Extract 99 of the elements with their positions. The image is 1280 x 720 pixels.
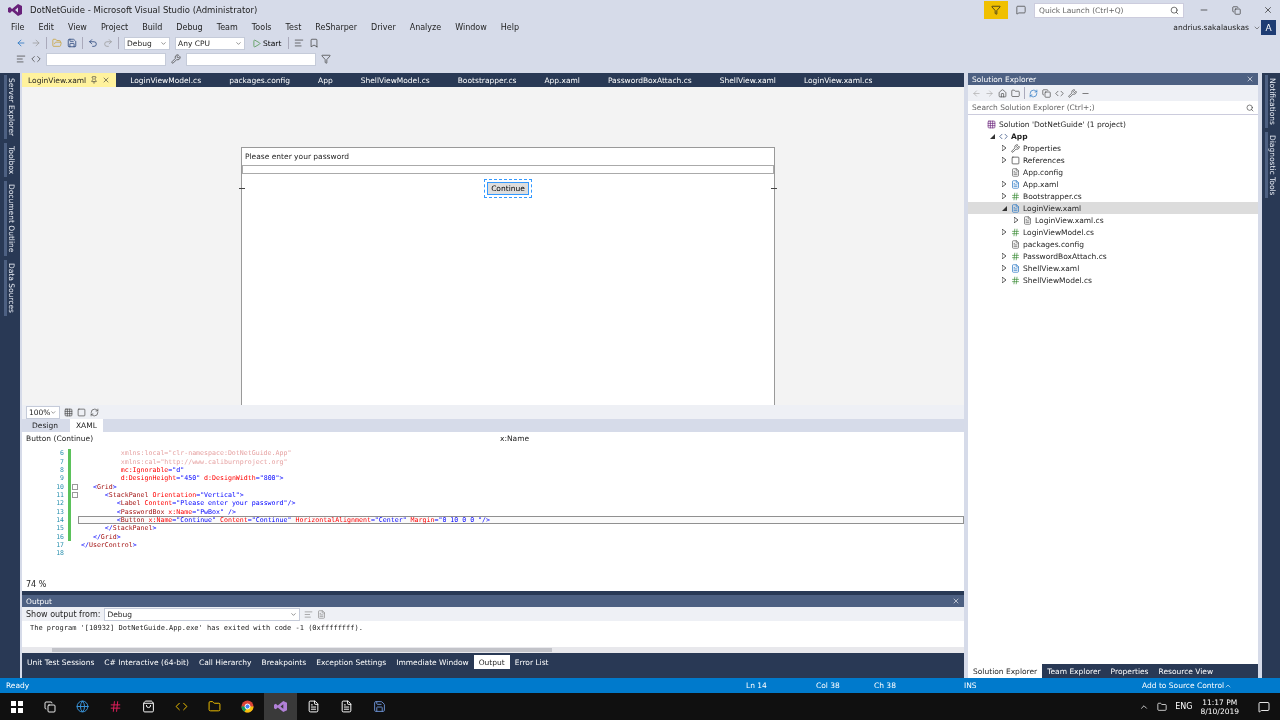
references-icon [1011, 155, 1020, 165]
wrench-icon[interactable] [1068, 88, 1077, 98]
collapsed-icon[interactable] [1002, 145, 1006, 151]
filter-icon [991, 5, 1001, 15]
menu-item[interactable]: Window [448, 23, 494, 32]
restore-icon [1231, 5, 1241, 15]
menu-item[interactable]: Edit [31, 23, 61, 32]
square-icon[interactable] [77, 407, 86, 417]
close-icon [1263, 5, 1273, 15]
floppy-icon [373, 700, 386, 713]
collapsed-icon[interactable] [1002, 181, 1006, 187]
collapse-icon[interactable] [72, 483, 78, 490]
menu-item[interactable]: Build [135, 23, 170, 32]
combo-field[interactable] [46, 52, 166, 66]
code-icon[interactable] [1055, 88, 1064, 98]
folder-icon [208, 700, 221, 713]
user-avatar[interactable]: A [1261, 20, 1276, 35]
hash-icon [109, 700, 122, 713]
project-icon [999, 131, 1008, 141]
file-icon [1011, 203, 1020, 213]
password-box[interactable] [242, 165, 774, 174]
filter-button[interactable] [984, 1, 1008, 19]
message-icon [1257, 700, 1270, 713]
file-icon [1011, 239, 1020, 249]
caret-icon [160, 39, 167, 47]
task-view-glyph-icon [43, 700, 56, 713]
menu-item[interactable]: Debug [169, 23, 210, 32]
menu-item[interactable]: File [4, 23, 32, 32]
menu-item[interactable]: View [60, 23, 94, 32]
copy-icon[interactable] [1042, 88, 1051, 98]
collapsed-icon[interactable] [1002, 157, 1006, 163]
solution-icon [987, 119, 996, 129]
visual-studio-icon[interactable] [264, 693, 297, 720]
hash-icon [1011, 275, 1020, 285]
globe-icon [76, 700, 89, 713]
align-icon[interactable] [294, 38, 305, 48]
collapsed-icon[interactable] [1002, 277, 1006, 283]
close-icon[interactable] [1246, 75, 1254, 83]
hash-icon [1011, 227, 1020, 237]
visual-studio-logo [8, 3, 22, 17]
caret-icon [50, 408, 57, 416]
collapsed-icon[interactable] [1002, 229, 1006, 235]
menu-item[interactable]: Driver [364, 23, 403, 32]
collapsed-icon[interactable] [1002, 193, 1006, 199]
file-icon [340, 700, 353, 713]
language-indicator[interactable]: ENG [1175, 702, 1193, 711]
search-icon [1170, 5, 1179, 15]
code-icon[interactable] [31, 54, 41, 64]
search-icon [1246, 103, 1254, 112]
file-icon [1011, 263, 1020, 273]
caret-icon [290, 610, 298, 618]
field-label: Show output from: [26, 609, 101, 619]
bookmark-icon[interactable] [309, 38, 320, 48]
feedback-icon[interactable] [1016, 5, 1026, 15]
menu-item[interactable]: Tools [244, 23, 279, 32]
expanded-icon[interactable] [1001, 205, 1007, 211]
collapsed-icon[interactable] [1014, 217, 1018, 223]
caret-icon [235, 39, 242, 47]
combo-field[interactable] [186, 52, 316, 66]
menu-item[interactable]: Test [278, 23, 309, 32]
close-icon[interactable] [102, 76, 111, 84]
list-icon[interactable] [317, 609, 327, 619]
hash-icon [1011, 191, 1020, 201]
expanded-icon[interactable] [989, 133, 995, 139]
file-icon [1023, 215, 1032, 225]
bag-icon [142, 700, 155, 713]
collapsed-icon[interactable] [1002, 265, 1006, 271]
file-icon [1011, 179, 1020, 189]
pin-icon[interactable] [90, 76, 99, 84]
play-icon [252, 38, 261, 48]
wrench-icon[interactable] [171, 54, 181, 64]
back-icon[interactable] [16, 38, 26, 48]
collapse-icon[interactable] [72, 491, 78, 498]
file-icon [307, 700, 320, 713]
refresh-icon[interactable] [1029, 88, 1038, 98]
home-icon[interactable] [998, 88, 1007, 98]
format-icon[interactable] [16, 54, 26, 64]
save-icon[interactable] [67, 38, 77, 48]
menu-item[interactable]: ReSharper [308, 23, 365, 32]
menu-item[interactable]: Analyze [402, 23, 449, 32]
scrollbar[interactable] [22, 647, 964, 653]
window-title: DotNetGuide - Microsoft Visual Studio (Administrator) [30, 5, 258, 15]
grid-icon[interactable] [64, 407, 73, 417]
margin-handle[interactable] [771, 188, 777, 191]
folder-icon[interactable] [1011, 88, 1020, 98]
file-icon [1011, 167, 1020, 177]
menu-item[interactable]: Help [493, 23, 526, 32]
refresh-icon[interactable] [90, 407, 99, 417]
close-icon[interactable] [952, 597, 960, 605]
margin-handle[interactable] [239, 188, 245, 191]
menu-item[interactable]: Project [93, 23, 136, 32]
menu-item[interactable]: Team [209, 23, 245, 32]
wrench-icon [1011, 143, 1020, 153]
hash-icon [1011, 251, 1020, 261]
filter-icon[interactable] [321, 54, 331, 64]
editor-zoom[interactable]: 74 % [26, 579, 47, 589]
collapsed-icon[interactable] [1002, 253, 1006, 259]
clear-icon[interactable] [304, 609, 314, 619]
undo-icon[interactable] [88, 38, 98, 48]
